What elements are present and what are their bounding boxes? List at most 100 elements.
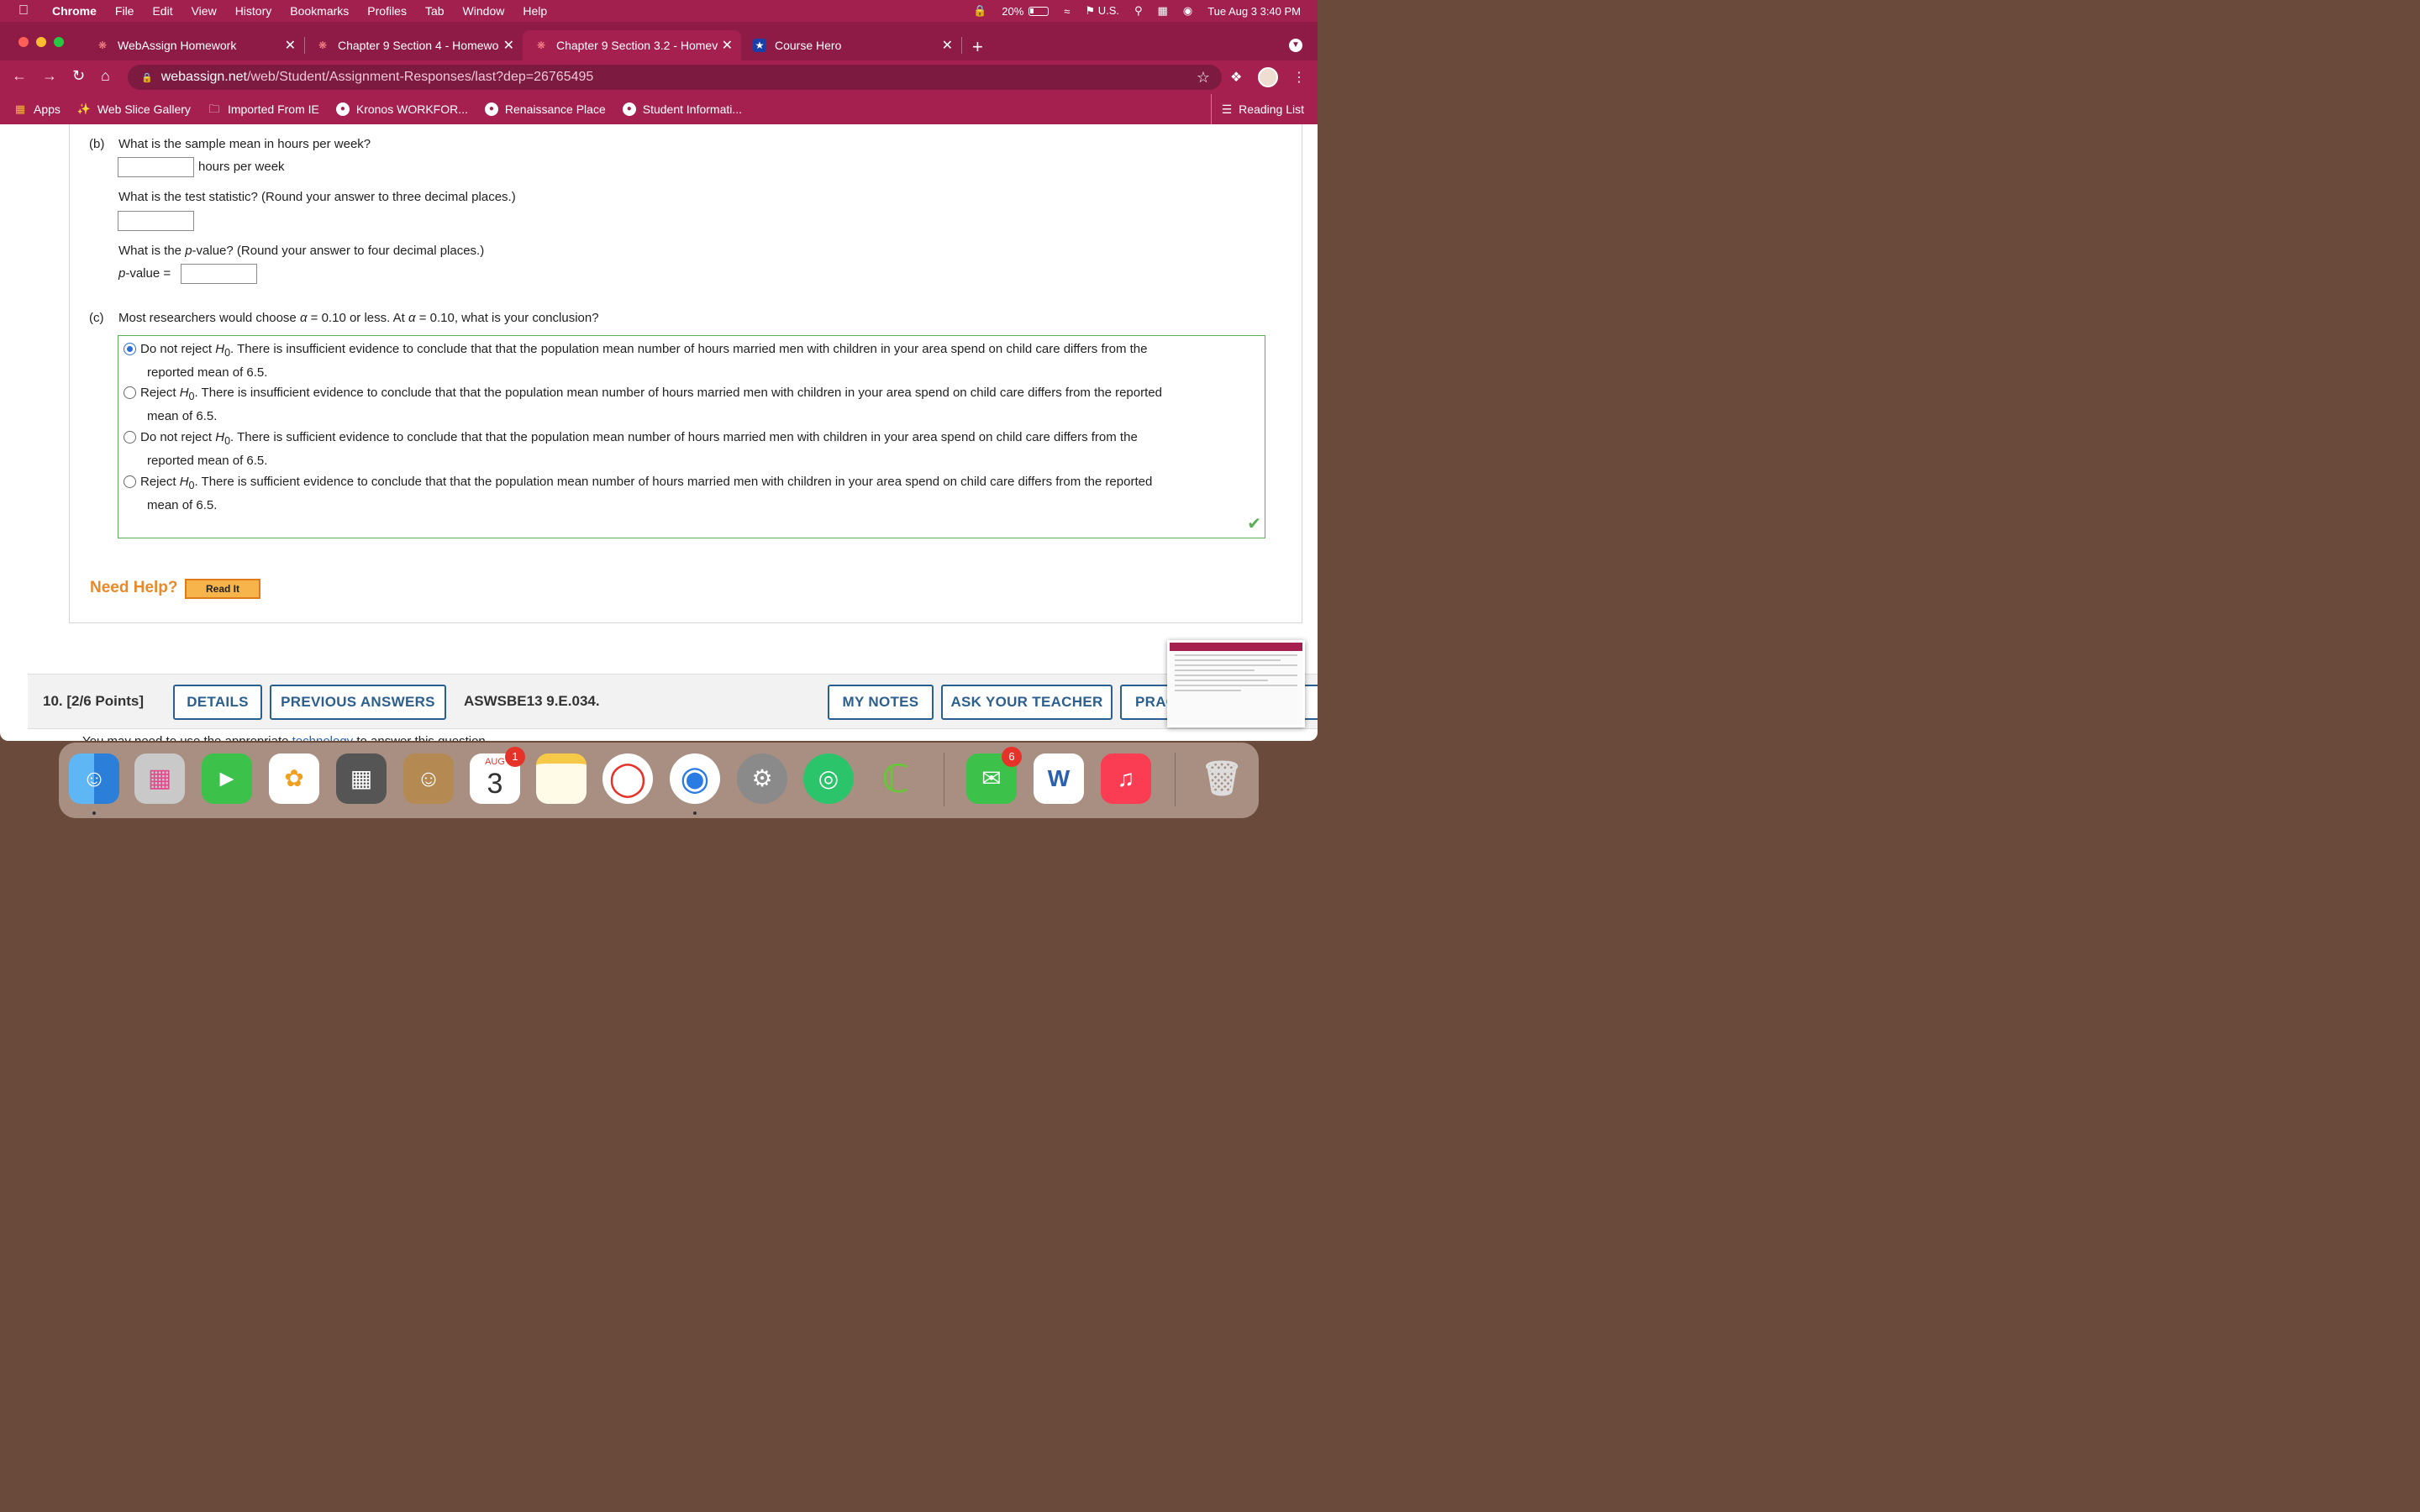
close-tab-icon[interactable]: ✕	[722, 37, 733, 54]
web-slice-icon: ✨	[76, 102, 92, 115]
bookmark-renaissance-place[interactable]: ● Renaissance Place	[484, 102, 606, 116]
choice-reject-insufficient[interactable]: Reject H0. There is insufficient evidenc…	[124, 383, 1249, 427]
sample-mean-input[interactable]	[118, 157, 194, 177]
spotlight-search-icon[interactable]: ⚲	[1134, 4, 1143, 18]
menu-window[interactable]: Window	[463, 4, 505, 18]
tab-course-hero[interactable]: ★ Course Hero ✕	[741, 30, 962, 60]
finder-icon[interactable]: ☺	[69, 753, 119, 804]
battery-icon	[1028, 6, 1050, 16]
wifi-icon[interactable]: ≈	[1064, 5, 1070, 18]
bookmark-star-icon[interactable]: ☆	[1197, 69, 1210, 87]
lock-icon[interactable]: 🔒	[141, 72, 153, 83]
battery-status[interactable]: 20%	[1002, 4, 1050, 18]
screenshot-preview-thumbnail[interactable]	[1167, 640, 1305, 727]
photos-icon[interactable]: ✿	[269, 753, 319, 804]
reading-list-icon: ☰	[1221, 102, 1233, 116]
launchpad-icon[interactable]: ▦	[134, 753, 185, 804]
profile-avatar[interactable]	[1258, 67, 1278, 87]
close-tab-icon[interactable]: ✕	[285, 37, 296, 54]
choice-do-not-reject-sufficient[interactable]: Do not reject H0. There is sufficient ev…	[124, 428, 1249, 471]
tab-chapter-9-section-3-2[interactable]: ❋ Chapter 9 Section 3.2 - Homev ✕	[523, 30, 741, 60]
choice-do-not-reject-insufficient[interactable]: Do not reject H0. There is insufficient …	[124, 339, 1249, 383]
bookmark-label: Student Informati...	[642, 102, 743, 116]
tab-search-chevron-icon[interactable]: ▼	[1289, 39, 1302, 52]
menu-bookmarks[interactable]: Bookmarks	[290, 4, 349, 18]
radio-unselected[interactable]	[124, 386, 136, 399]
bookmark-imported-from-ie[interactable]: 🗀 Imported From IE	[208, 102, 318, 116]
apple-menu-icon[interactable]: 	[18, 3, 34, 18]
minimize-window-button[interactable]	[36, 37, 46, 47]
close-tab-icon[interactable]: ✕	[942, 37, 953, 54]
chrome-menu-icon[interactable]: ⋮	[1292, 69, 1306, 86]
radio-unselected[interactable]	[124, 431, 136, 444]
tab-chapter-9-section-4[interactable]: ❋ Chapter 9 Section 4 - Homewo ✕	[304, 30, 523, 60]
menu-edit[interactable]: Edit	[152, 4, 172, 18]
menu-view[interactable]: View	[192, 4, 217, 18]
home-icon[interactable]: ⌂	[101, 67, 110, 85]
calendar-icon[interactable]: AUG 3 1	[470, 747, 525, 804]
previous-answers-button[interactable]: PREVIOUS ANSWERS	[270, 685, 446, 720]
battery-percent: 20%	[1002, 4, 1024, 18]
quizlet-style-app-icon[interactable]: ℂ	[871, 753, 921, 804]
tab-title: Chapter 9 Section 4 - Homewo	[338, 39, 499, 52]
hours-per-week-unit: hours per week	[198, 160, 285, 174]
find-my-icon[interactable]: ◎	[803, 753, 854, 804]
macos-dock: ☺ ▦ ► ✿ ▦ ☺ AUG 3 1 ◯ ◉ ⚙ ◎ ℂ ✉ 6 W ♫ 🗑	[59, 743, 1259, 818]
menu-profiles[interactable]: Profiles	[367, 4, 407, 18]
back-arrow-icon[interactable]: ←	[12, 67, 27, 85]
menu-file[interactable]: File	[115, 4, 134, 18]
contacts-icon[interactable]: ☺	[403, 753, 454, 804]
vpn-lock-icon[interactable]: 🔒	[973, 4, 986, 18]
menu-help[interactable]: Help	[523, 4, 547, 18]
control-center-icon[interactable]: ▦	[1158, 4, 1168, 18]
choice-reject-sufficient[interactable]: Reject H0. There is sufficient evidence …	[124, 472, 1249, 516]
zoom-window-button[interactable]	[54, 37, 64, 47]
reading-list-button[interactable]: ☰ Reading List	[1210, 94, 1304, 124]
menu-history[interactable]: History	[235, 4, 272, 18]
tab-webassign-homework[interactable]: ❋ WebAssign Homework ✕	[84, 30, 305, 60]
bookmark-kronos[interactable]: ● Kronos WORKFOR...	[335, 102, 468, 116]
window-controls	[18, 37, 64, 47]
chrome-icon[interactable]: ◉	[670, 753, 720, 804]
extensions-puzzle-icon[interactable]: ❖	[1230, 69, 1242, 86]
radio-selected[interactable]	[124, 343, 136, 355]
need-help-label: Need Help?	[90, 579, 178, 596]
calculator-icon[interactable]: ▦	[336, 753, 387, 804]
ask-your-teacher-button[interactable]: ASK YOUR TEACHER	[941, 685, 1113, 720]
p-value-input[interactable]	[181, 264, 257, 284]
trash-icon[interactable]: 🗑	[1197, 753, 1247, 804]
menu-chrome[interactable]: Chrome	[52, 4, 97, 18]
calendar-day: 3	[487, 768, 503, 800]
bookmark-student-information[interactable]: ● Student Informati...	[622, 102, 743, 116]
details-button[interactable]: DETAILS	[173, 685, 262, 720]
music-icon[interactable]: ♫	[1101, 753, 1151, 804]
bookmark-web-slice-gallery[interactable]: ✨ Web Slice Gallery	[77, 102, 191, 116]
folder-icon: 🗀	[208, 102, 220, 115]
siri-icon[interactable]: ◉	[1183, 4, 1192, 18]
menu-tab[interactable]: Tab	[425, 4, 445, 18]
close-window-button[interactable]	[18, 37, 29, 47]
conclusion-choices-group: Do not reject H0. There is insufficient …	[118, 335, 1265, 538]
read-it-button[interactable]: Read It	[185, 579, 260, 599]
menu-clock[interactable]: Tue Aug 3 3:40 PM	[1207, 5, 1301, 18]
reload-icon[interactable]: ↻	[72, 67, 85, 85]
bookmark-apps[interactable]: ▦ Apps	[13, 102, 60, 116]
question-10-header: 10. [2/6 Points] DETAILS PREVIOUS ANSWER…	[28, 674, 1318, 729]
test-statistic-input[interactable]	[118, 211, 194, 231]
notes-icon[interactable]	[536, 753, 587, 804]
my-notes-button[interactable]: MY NOTES	[828, 685, 934, 720]
close-tab-icon[interactable]: ✕	[503, 37, 514, 54]
messages-icon[interactable]: ✉ 6	[966, 747, 1022, 804]
input-source[interactable]: ⚑ U.S.	[1085, 4, 1119, 18]
radio-unselected[interactable]	[124, 475, 136, 488]
activity-app-icon[interactable]: ◯	[602, 753, 653, 804]
new-tab-button[interactable]: +	[972, 36, 983, 58]
technology-link[interactable]: technology	[292, 734, 354, 741]
address-bar[interactable]: 🔒 webassign.net/web/Student/Assignment-R…	[128, 65, 1222, 90]
system-preferences-icon[interactable]: ⚙	[737, 753, 787, 804]
forward-arrow-icon[interactable]: →	[42, 67, 57, 85]
correct-checkmark-icon: ✔	[1247, 515, 1261, 533]
microsoft-word-icon[interactable]: W	[1034, 753, 1084, 804]
facetime-icon[interactable]: ►	[202, 753, 252, 804]
bookmark-label: Renaissance Place	[504, 102, 606, 116]
